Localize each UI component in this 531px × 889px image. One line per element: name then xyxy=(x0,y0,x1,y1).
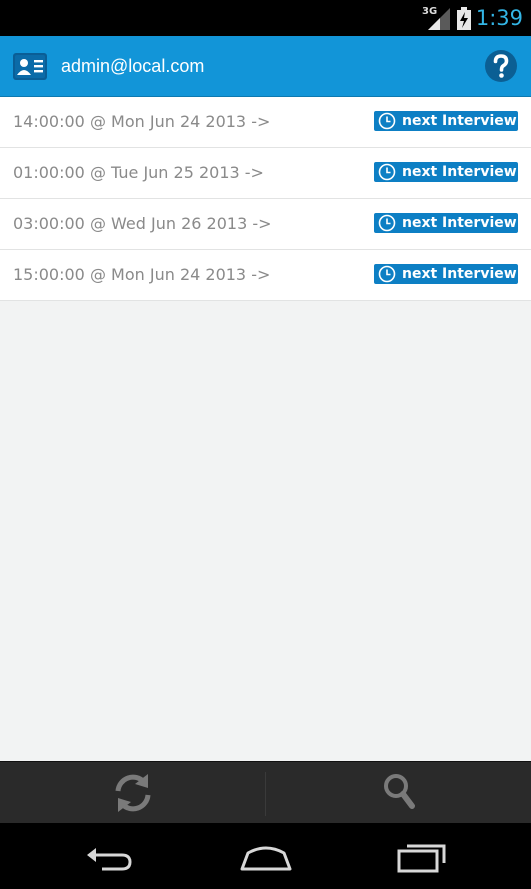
clock: 1:39 xyxy=(475,6,523,30)
next-interview-button[interactable]: next Interview xyxy=(374,111,518,131)
interview-list-item[interactable]: 03:00:00 @ Wed Jun 26 2013 -> next Inter… xyxy=(0,199,531,250)
interview-list-item[interactable]: 14:00:00 @ Mon Jun 24 2013 -> next Inter… xyxy=(0,97,531,148)
next-interview-label: next Interview xyxy=(402,215,517,231)
toolbar-divider xyxy=(265,772,266,816)
clock-icon xyxy=(378,112,396,130)
next-interview-label: next Interview xyxy=(402,113,517,129)
contact-card-icon xyxy=(13,53,47,80)
signal-icon xyxy=(428,8,450,30)
interview-datetime: 03:00:00 @ Wed Jun 26 2013 -> xyxy=(13,214,272,233)
interview-datetime: 01:00:00 @ Tue Jun 25 2013 -> xyxy=(13,163,264,182)
next-interview-button[interactable]: next Interview xyxy=(374,162,518,182)
bottom-toolbar xyxy=(0,761,531,824)
clock-icon xyxy=(378,265,396,283)
interview-list-item[interactable]: 15:00:00 @ Mon Jun 24 2013 -> next Inter… xyxy=(0,250,531,301)
interview-datetime: 15:00:00 @ Mon Jun 24 2013 -> xyxy=(13,265,271,284)
interview-list-item[interactable]: 01:00:00 @ Tue Jun 25 2013 -> next Inter… xyxy=(0,148,531,199)
next-interview-label: next Interview xyxy=(402,164,517,180)
search-icon[interactable] xyxy=(380,770,420,816)
clock-icon xyxy=(378,214,396,232)
account-email: admin@local.com xyxy=(61,56,205,76)
next-interview-label: next Interview xyxy=(402,266,517,282)
next-interview-button[interactable]: next Interview xyxy=(374,213,518,233)
system-navigation-bar xyxy=(0,823,531,889)
recent-apps-icon[interactable] xyxy=(396,841,448,873)
refresh-icon[interactable] xyxy=(110,770,156,816)
home-icon[interactable] xyxy=(238,843,294,873)
clock-icon xyxy=(378,163,396,181)
interview-datetime: 14:00:00 @ Mon Jun 24 2013 -> xyxy=(13,112,271,131)
app-header: admin@local.com xyxy=(0,36,531,97)
back-icon[interactable] xyxy=(84,843,136,873)
status-bar: 3G 1:39 xyxy=(0,0,531,36)
battery-charging-icon xyxy=(457,7,471,30)
interview-list: 14:00:00 @ Mon Jun 24 2013 -> next Inter… xyxy=(0,97,531,301)
next-interview-button[interactable]: next Interview xyxy=(374,264,518,284)
help-icon[interactable] xyxy=(484,49,518,83)
